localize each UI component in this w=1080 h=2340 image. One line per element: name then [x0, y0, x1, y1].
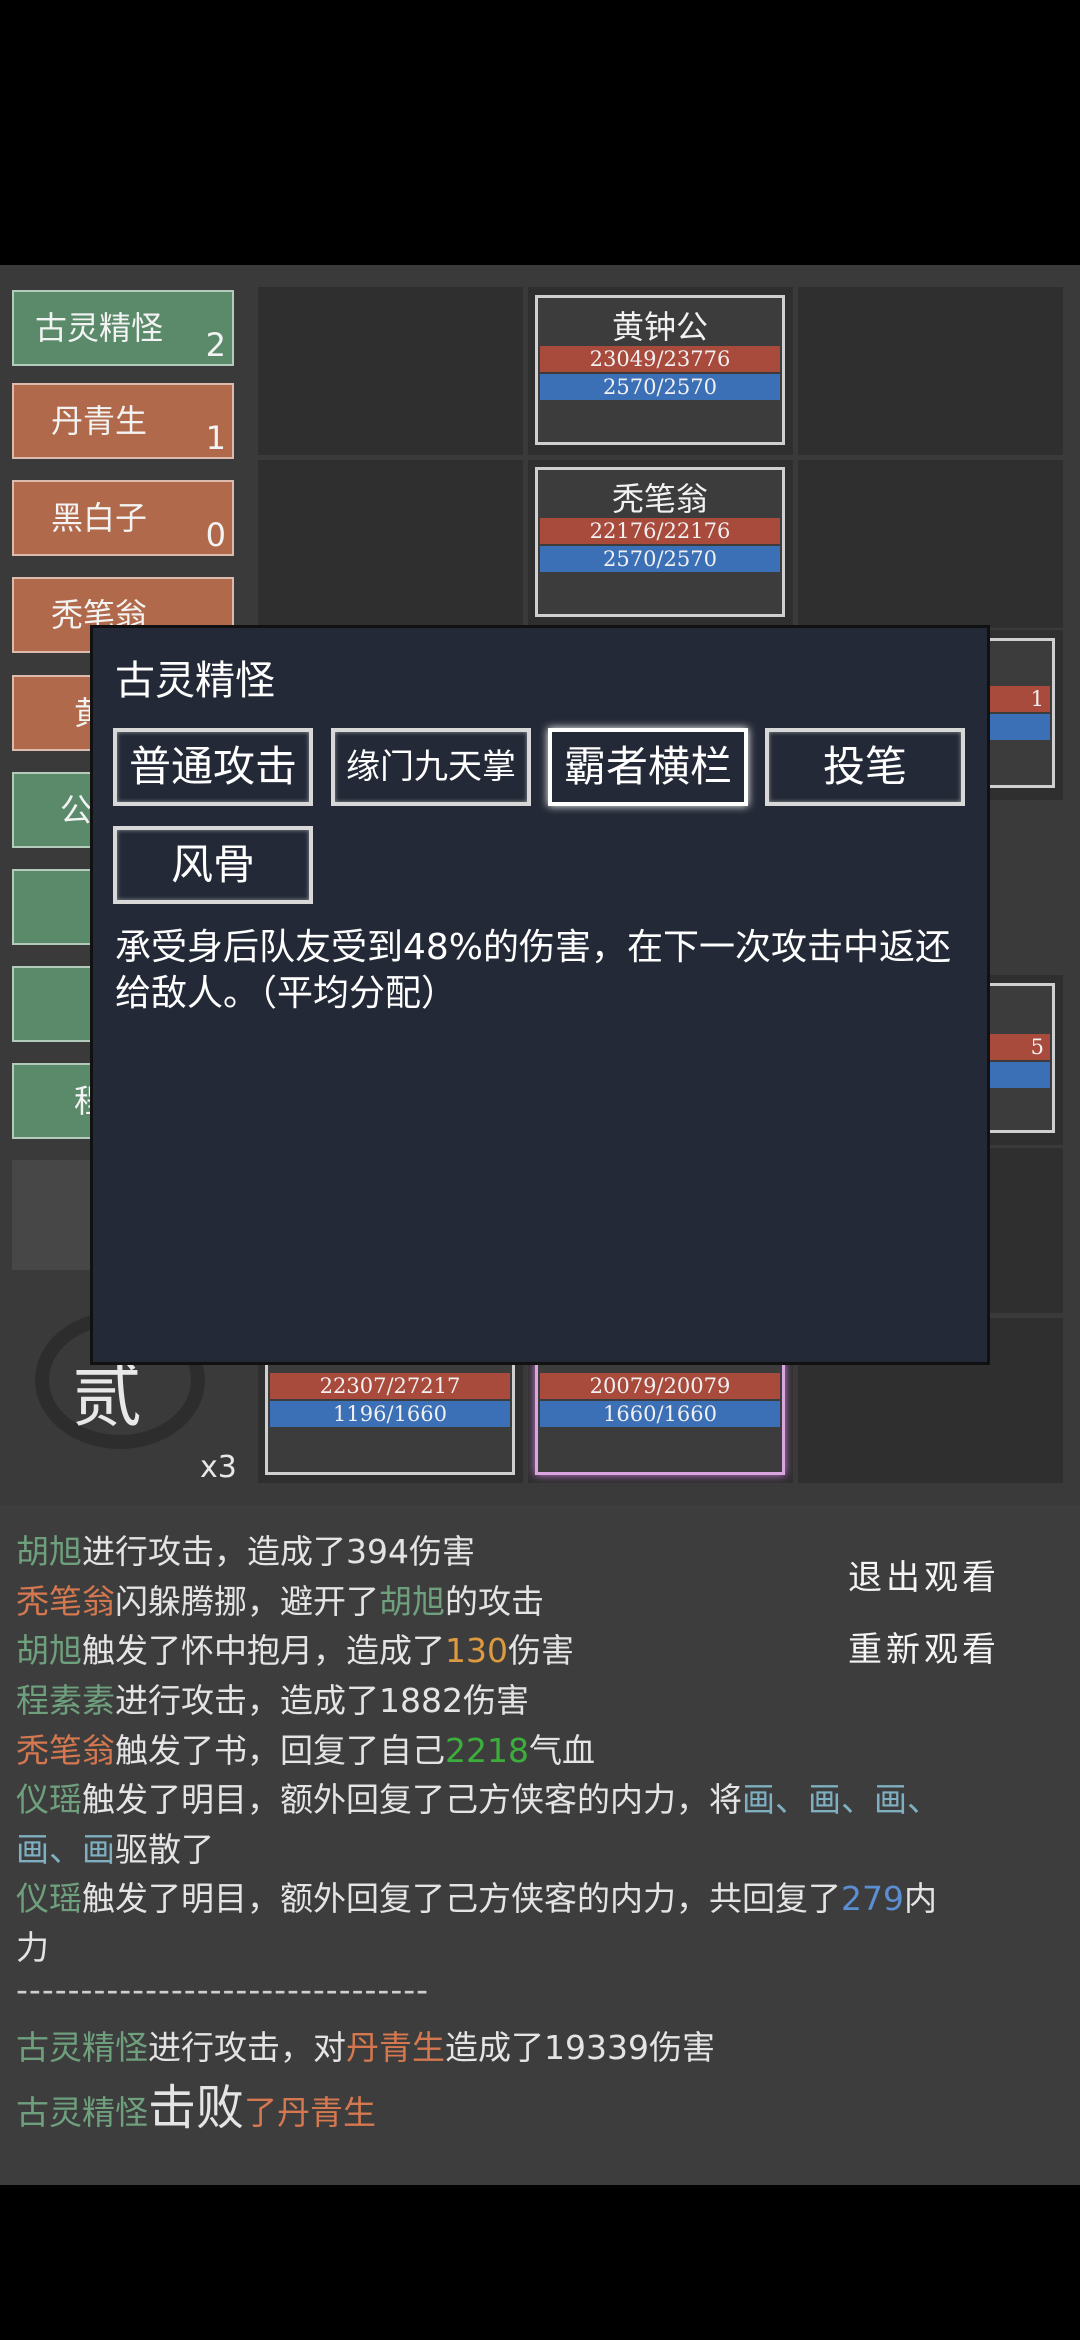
mp-bar: 1196/1660	[270, 1401, 510, 1427]
log-buff: 画	[16, 1830, 49, 1869]
log-sep: 、	[841, 1780, 874, 1819]
speed-button[interactable]: x3	[200, 1450, 237, 1485]
log-name: 秃笔翁	[16, 1582, 115, 1621]
log-value: 130	[445, 1631, 508, 1670]
roster-count: 2	[205, 326, 226, 364]
log-text: 触发了怀中抱月，造成了	[82, 1631, 445, 1670]
grid-cell[interactable]	[258, 287, 523, 455]
unit-card-active[interactable]: 20079/20079 1660/1660	[535, 1360, 785, 1475]
skill-button-bazhe-selected[interactable]: 霸者横栏	[548, 728, 748, 806]
hp-bar: 22307/27217	[270, 1373, 510, 1399]
log-emphasis: 击败	[148, 2080, 245, 2136]
log-sep: 、	[775, 1780, 808, 1819]
log-text: 造成了19339伤害	[445, 2028, 715, 2067]
skill-button-normal-attack[interactable]: 普通攻击	[113, 728, 313, 806]
log-name: 秃笔翁	[16, 1731, 115, 1770]
log-text: 气血	[528, 1731, 595, 1770]
grid-cell[interactable]	[258, 460, 523, 628]
mp-bar: 1660/1660	[540, 1401, 780, 1427]
dialog-title: 古灵精怪	[115, 658, 275, 704]
log-buff: 画	[82, 1830, 115, 1869]
roster-item-2[interactable]: 丹青生 1	[12, 383, 234, 459]
grid-cell[interactable]	[798, 287, 1063, 455]
log-name: 胡旭	[16, 1631, 82, 1670]
log-name: 程素素	[16, 1681, 115, 1720]
roster-name: 黑白子	[50, 499, 147, 537]
log-divider: --------------------------------	[16, 1970, 430, 2009]
log-sep: 、	[49, 1830, 82, 1869]
log-line: 胡旭触发了怀中抱月，造成了130伤害	[16, 1624, 574, 1672]
unit-card-tubiweng[interactable]: 秃笔翁 22176/22176 2570/2570	[535, 467, 785, 617]
exit-watch-button[interactable]: 退出观看	[848, 1550, 1000, 1599]
log-line: 胡旭进行攻击，造成了394伤害	[16, 1525, 475, 1573]
log-text: 进行攻击，对	[148, 2028, 346, 2067]
skill-button-toubi[interactable]: 投笔	[765, 728, 965, 806]
roster-count: 0	[205, 516, 226, 554]
log-text: 驱散了	[115, 1830, 214, 1869]
log-line: 古灵精怪进行攻击，对丹青生造成了19339伤害	[16, 2021, 715, 2069]
log-text: 进行攻击，造成了1882伤害	[115, 1681, 529, 1720]
log-line: 画、画驱散了	[16, 1823, 214, 1871]
unit-card-ally[interactable]: 22307/27217 1196/1660	[265, 1360, 515, 1475]
grid-cell[interactable]	[798, 460, 1063, 628]
log-buff: 画	[874, 1780, 907, 1819]
mp-bar: 2570/2570	[540, 374, 780, 400]
log-text: 内	[904, 1879, 937, 1918]
skill-dialog[interactable]: 古灵精怪 普通攻击 缘门九天掌 霸者横栏 投笔 风骨 承受身后队友受到48%的伤…	[90, 625, 990, 1365]
log-buff: 画	[742, 1780, 775, 1819]
roster-name: 古灵精怪	[34, 309, 163, 347]
mp-bar: 2570/2570	[540, 546, 780, 572]
hp-bar: 23049/23776	[540, 346, 780, 372]
unit-name: 黄钟公	[611, 308, 708, 346]
log-text: 触发了书，回复了自己	[115, 1731, 445, 1770]
log-text: 伤害	[508, 1631, 574, 1670]
hp-bar: 20079/20079	[540, 1373, 780, 1399]
log-name: 丹青生	[346, 2028, 445, 2067]
log-name: 胡旭	[16, 1532, 82, 1571]
roster-name: 丹青生	[50, 402, 147, 440]
unit-name: 秃笔翁	[611, 480, 708, 518]
roster-item-3[interactable]: 黑白子 0	[12, 480, 234, 556]
log-line: 秃笔翁触发了书，回复了自己2218气血	[16, 1724, 595, 1772]
log-line: 力	[16, 1921, 49, 1969]
unit-card-huangzhonggong[interactable]: 黄钟公 23049/23776 2570/2570	[535, 295, 785, 445]
log-text: 闪躲腾挪，避开了	[115, 1582, 379, 1621]
log-name: 仪瑶	[16, 1879, 82, 1918]
log-line: 秃笔翁闪躲腾挪，避开了胡旭的攻击	[16, 1575, 544, 1623]
hp-bar: 22176/22176	[540, 518, 780, 544]
log-name: 丹青生	[277, 2093, 377, 2132]
log-name: 古灵精怪	[16, 2028, 148, 2067]
log-text: 触发了明目，额外回复了己方侠客的内力，共回复了	[82, 1879, 841, 1918]
log-name: 胡旭	[379, 1582, 445, 1621]
roster-count: 1	[205, 419, 226, 457]
roster-item-1[interactable]: 古灵精怪 2	[12, 290, 234, 366]
skill-button-yuanmen[interactable]: 缘门九天掌	[331, 728, 531, 806]
skill-description: 承受身后队友受到48%的伤害，在下一次攻击中返还给敌人。（平均分配）	[115, 927, 952, 1014]
log-text: 了	[244, 2093, 278, 2132]
log-name: 古灵精怪	[16, 2093, 148, 2132]
log-line: 程素素进行攻击，造成了1882伤害	[16, 1674, 529, 1722]
log-line: 仪瑶触发了明目，额外回复了己方侠客的内力，将画、画、画、	[16, 1773, 940, 1821]
log-buff: 画	[808, 1780, 841, 1819]
log-line: 仪瑶触发了明目，额外回复了己方侠客的内力，共回复了279内	[16, 1872, 937, 1920]
roster-name: 公	[60, 791, 93, 829]
log-value: 2218	[445, 1731, 529, 1770]
replay-button[interactable]: 重新观看	[848, 1622, 1000, 1671]
log-text: 的攻击	[445, 1582, 544, 1621]
log-text: 力	[16, 1928, 49, 1967]
log-text: 触发了明目，额外回复了己方侠客的内力，将	[82, 1780, 742, 1819]
log-sep: 、	[907, 1780, 940, 1819]
log-text: 进行攻击，造成了394伤害	[82, 1532, 475, 1571]
log-value: 279	[841, 1879, 904, 1918]
skill-button-fenggu[interactable]: 风骨	[113, 826, 313, 904]
log-name: 仪瑶	[16, 1780, 82, 1819]
log-line: 古灵精怪击败了丹青生	[16, 2068, 376, 2138]
